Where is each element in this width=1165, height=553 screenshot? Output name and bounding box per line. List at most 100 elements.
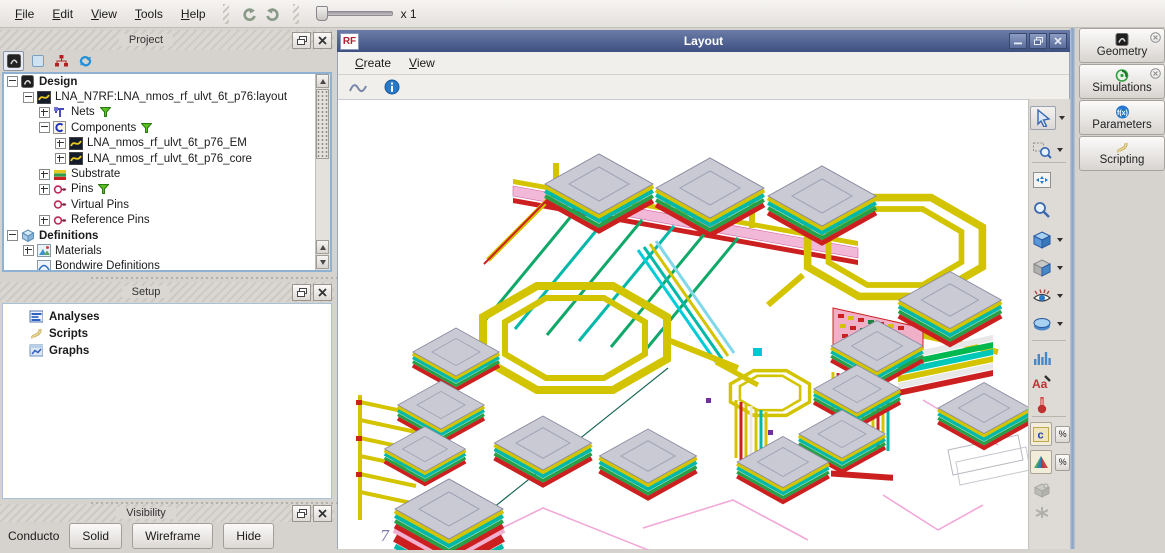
dock-splitter[interactable] [1070, 28, 1075, 549]
scroll-up-button[interactable] [316, 74, 329, 88]
float-panel-button[interactable] [292, 32, 311, 49]
solid-button[interactable]: Solid [69, 523, 122, 549]
project-tree[interactable]: Design LNA_N7RF:LNA_nmos_rf_ulvt_6t_p76:… [2, 72, 332, 272]
fit-view-button[interactable] [1030, 169, 1054, 191]
tree-item-substrate[interactable]: Substrate [4, 166, 330, 181]
collapse-icon[interactable] [7, 230, 18, 241]
tree-item-nets[interactable]: Nets [4, 105, 330, 120]
hide-button[interactable]: Hide [223, 523, 274, 549]
trace-tool-button[interactable] [346, 76, 370, 98]
tree-item-bondwire-definitions[interactable]: Bondwire Definitions [4, 259, 330, 272]
substrate-slice-dropdown[interactable] [1057, 322, 1063, 326]
float-panel-button[interactable] [292, 505, 311, 522]
float-panel-button[interactable] [292, 284, 311, 301]
tree-item-virtual-pins[interactable]: Virtual Pins [4, 197, 330, 212]
menu-view[interactable]: View [82, 4, 126, 24]
close-tab-icon[interactable] [1150, 68, 1161, 79]
wireframe-button[interactable]: Wireframe [132, 523, 213, 549]
zoom-area-icon [1032, 141, 1052, 159]
restore-button[interactable] [1029, 33, 1047, 49]
cut-plane-button[interactable] [1030, 257, 1054, 279]
expand-icon[interactable] [39, 107, 50, 118]
tree-item-layout-cell[interactable]: LNA_N7RF:LNA_nmos_rf_ulvt_6t_p76:layout [4, 89, 330, 104]
solid-view-button[interactable] [1030, 229, 1054, 251]
menu-edit[interactable]: Edit [43, 4, 82, 24]
select-tool-button[interactable] [1030, 106, 1056, 130]
expand-icon[interactable] [23, 245, 34, 256]
filter-icon[interactable] [100, 107, 111, 117]
color-opacity-button[interactable]: % [1055, 454, 1070, 471]
eye-icon [1032, 287, 1052, 305]
tree-item-design[interactable]: Design [4, 74, 330, 89]
substrate-slice-button[interactable] [1030, 313, 1054, 335]
design-view-button[interactable] [3, 51, 24, 71]
setup-item-graphs[interactable]: Graphs [3, 342, 331, 359]
menu-help[interactable]: Help [172, 4, 215, 24]
find-tool-button[interactable] [1030, 199, 1054, 221]
minimize-button[interactable] [1009, 33, 1027, 49]
close-button[interactable] [1049, 33, 1067, 49]
collapse-icon[interactable] [39, 122, 50, 133]
undo-button[interactable] [237, 3, 261, 25]
expand-icon[interactable] [55, 138, 66, 149]
cut-plane-dropdown[interactable] [1057, 266, 1063, 270]
tab-simulations[interactable]: Simulations [1079, 64, 1165, 99]
tree-scrollbar[interactable] [315, 74, 330, 270]
color-layers-toggle[interactable] [1030, 450, 1052, 474]
scroll-up-button[interactable] [316, 240, 329, 254]
menu-view-layout[interactable]: View [400, 53, 444, 73]
zoom-slider[interactable] [317, 11, 393, 16]
zoom-slider-handle[interactable] [316, 6, 328, 21]
collapse-icon[interactable] [7, 76, 18, 87]
conductor-opacity-button[interactable]: % [1055, 426, 1070, 443]
menu-create[interactable]: Create [346, 53, 400, 73]
setup-item-analyses[interactable]: Analyses [3, 308, 331, 325]
collapse-icon[interactable] [23, 92, 34, 103]
setup-tree[interactable]: Analyses Scripts Graphs [2, 303, 332, 499]
layout-3d-viewport[interactable]: 7 [338, 99, 1028, 549]
expand-icon[interactable] [39, 169, 50, 180]
tree-item-em-cell[interactable]: LNA_nmos_rf_ulvt_6t_p76_EM [4, 136, 330, 151]
conductor-layers-toggle[interactable]: c [1030, 422, 1052, 446]
hierarchy-view-button[interactable] [51, 51, 72, 71]
info-button[interactable] [380, 76, 404, 98]
menu-tools[interactable]: Tools [126, 4, 172, 24]
tab-parameters[interactable]: f(x) Parameters [1079, 100, 1165, 135]
tree-item-components[interactable]: Components [4, 120, 330, 135]
tree-item-reference-pins[interactable]: Reference Pins [4, 213, 330, 228]
thermal-tool-button[interactable] [1030, 393, 1054, 415]
expand-icon[interactable] [39, 184, 50, 195]
close-panel-button[interactable] [313, 505, 332, 522]
tree-item-pins[interactable]: Pins [4, 182, 330, 197]
scrollbar-thumb[interactable] [316, 89, 329, 159]
visibility-tool-button[interactable] [1030, 285, 1054, 307]
select-tool-dropdown[interactable] [1059, 116, 1065, 120]
expand-icon[interactable] [39, 215, 50, 226]
zoom-tool-dropdown[interactable] [1057, 148, 1063, 152]
annotation-tool-button[interactable]: Aa [1030, 371, 1054, 393]
sync-button[interactable] [75, 51, 96, 71]
filter-icon[interactable] [98, 184, 109, 194]
solid-view-dropdown[interactable] [1057, 238, 1063, 242]
setup-item-label: Graphs [49, 345, 89, 357]
tab-geometry[interactable]: Geometry [1079, 28, 1165, 63]
close-panel-button[interactable] [313, 284, 332, 301]
visibility-tool-dropdown[interactable] [1057, 294, 1063, 298]
layout-titlebar[interactable]: Layout RF [337, 30, 1070, 52]
tree-item-core-cell[interactable]: LNA_nmos_rf_ulvt_6t_p76_core [4, 151, 330, 166]
zoom-area-tool-button[interactable] [1030, 139, 1054, 161]
redo-button[interactable] [261, 3, 285, 25]
setup-item-scripts[interactable]: Scripts [3, 325, 331, 342]
tree-item-materials[interactable]: Materials [4, 243, 330, 258]
filter-icon[interactable] [141, 123, 152, 133]
scroll-down-button[interactable] [316, 255, 329, 269]
menu-file[interactable]: File [6, 4, 43, 24]
expand-icon[interactable] [55, 153, 66, 164]
tree-label: LNA_N7RF:LNA_nmos_rf_ulvt_6t_p76:layout [55, 91, 287, 103]
tree-item-definitions[interactable]: Definitions [4, 228, 330, 243]
substrate-view-button[interactable] [27, 51, 48, 71]
tab-scripting[interactable]: Scripting [1079, 136, 1165, 171]
close-panel-button[interactable] [313, 32, 332, 49]
close-tab-icon[interactable] [1150, 32, 1161, 43]
histogram-tool-button[interactable] [1030, 347, 1054, 369]
